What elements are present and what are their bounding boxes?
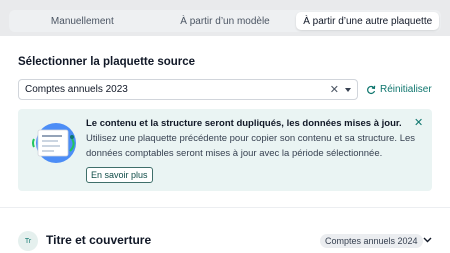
section-title: Titre et couverture [46, 233, 152, 247]
creation-mode-tabs: Manuellement À partir d’un modèle À part… [9, 10, 441, 32]
source-section-title: Sélectionner la plaquette source [18, 56, 196, 68]
clear-icon[interactable]: ✕ [330, 83, 339, 96]
reset-label: Réinitialiser [380, 84, 432, 95]
tab-manual[interactable]: Manuellement [11, 12, 154, 30]
learn-more-button[interactable]: En savoir plus [86, 167, 153, 183]
document-copy-illustration [32, 123, 76, 163]
reset-button[interactable]: Réinitialiser [366, 81, 432, 98]
chevron-down-icon[interactable] [423, 237, 432, 243]
status-badge: Comptes annuels 2024 [320, 234, 423, 248]
refresh-icon [367, 85, 376, 94]
close-icon[interactable]: ✕ [414, 116, 423, 129]
source-select[interactable]: Comptes annuels 2023 ✕ [18, 79, 358, 100]
section-avatar: Tr [18, 231, 38, 251]
info-banner: Le contenu et la structure seront dupliq… [18, 109, 432, 191]
tab-from-other-plaquette[interactable]: À partir d’une autre plaquette [296, 12, 440, 30]
dialog-panel: Manuellement À partir d’un modèle À part… [0, 0, 450, 253]
caret-down-icon[interactable] [345, 87, 351, 92]
banner-body: Utilisez une plaquette précédente pour c… [86, 133, 416, 159]
divider [0, 207, 450, 208]
tab-from-template[interactable]: À partir d’un modèle [154, 12, 297, 30]
banner-title: Le contenu et la structure seront dupliq… [86, 118, 402, 129]
source-select-value: Comptes annuels 2023 [25, 84, 128, 95]
